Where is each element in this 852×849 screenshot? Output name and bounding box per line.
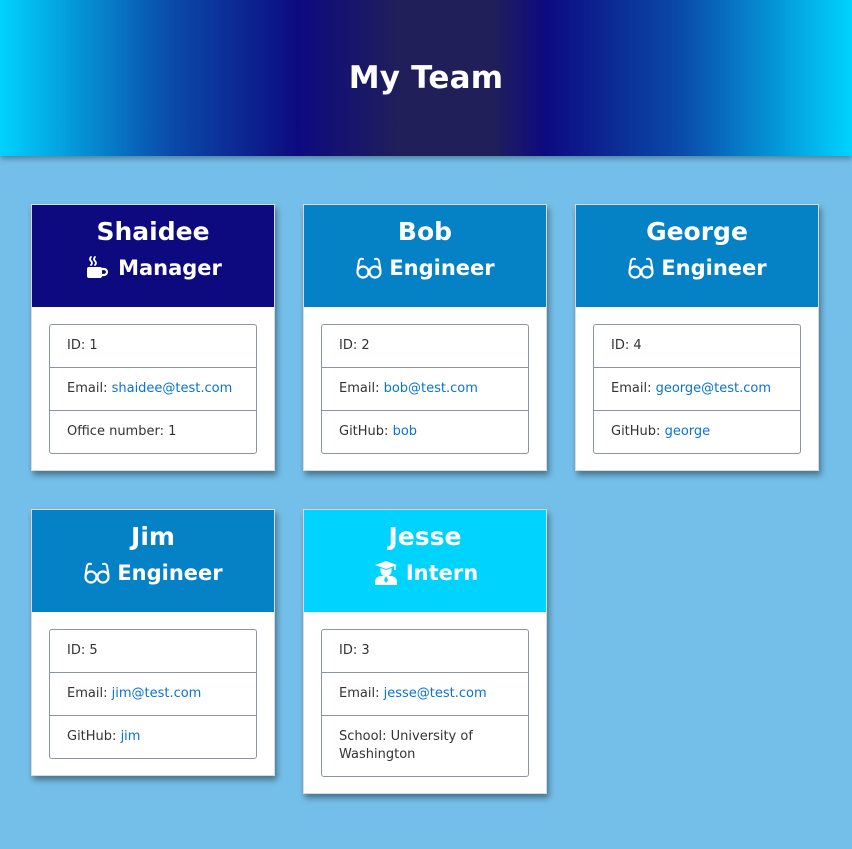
employee-role-label: Engineer (117, 561, 223, 585)
info-email: Email: shaidee@test.com (50, 367, 256, 410)
info-list: ID: 2 Email: bob@test.com GitHub: bob (321, 324, 529, 454)
email-link[interactable]: jim@test.com (112, 686, 202, 701)
info-office-number: Office number: 1 (50, 410, 256, 453)
email-link[interactable]: george@test.com (656, 381, 771, 396)
employee-role-label: Manager (118, 256, 222, 280)
email-label: Email: (611, 381, 656, 396)
employee-name: Bob (397, 217, 453, 246)
email-link[interactable]: bob@test.com (384, 381, 478, 396)
glasses-icon (355, 255, 383, 281)
card-header: Jim Engineer (32, 510, 274, 612)
info-github: GitHub: george (594, 410, 800, 453)
github-label: GitHub: (611, 424, 665, 439)
employee-role-label: Engineer (389, 256, 495, 280)
employee-card-jim: Jim Engineer ID: 5 Email: jim@test.com G… (31, 509, 275, 776)
info-list: ID: 1 Email: shaidee@test.com Office num… (49, 324, 257, 454)
github-label: GitHub: (67, 729, 121, 744)
info-email: Email: jim@test.com (50, 672, 256, 715)
info-email: Email: george@test.com (594, 367, 800, 410)
employee-card-bob: Bob Engineer ID: 2 Email: bob@test.com G… (303, 204, 547, 471)
info-email: Email: bob@test.com (322, 367, 528, 410)
employee-name: Jesse (388, 522, 462, 551)
card-body: ID: 5 Email: jim@test.com GitHub: jim (32, 612, 274, 775)
card-body: ID: 3 Email: jesse@test.com School: Univ… (304, 612, 546, 793)
email-label: Email: (339, 686, 384, 701)
employee-card-george: George Engineer ID: 4 Email: george@test… (575, 204, 819, 471)
employee-name: Shaidee (96, 217, 210, 246)
email-link[interactable]: shaidee@test.com (112, 381, 233, 396)
glasses-icon (627, 255, 655, 281)
info-id: ID: 5 (67, 643, 98, 658)
email-link[interactable]: jesse@test.com (384, 686, 487, 701)
glasses-icon (83, 560, 111, 586)
card-body: ID: 4 Email: george@test.com GitHub: geo… (576, 307, 818, 470)
info-list: ID: 3 Email: jesse@test.com School: Univ… (321, 629, 529, 777)
card-body: ID: 2 Email: bob@test.com GitHub: bob (304, 307, 546, 470)
employee-role-label: Intern (405, 561, 479, 585)
info-github: GitHub: bob (322, 410, 528, 453)
employee-role: Engineer (32, 557, 274, 589)
info-id: ID: 3 (339, 643, 370, 658)
employee-role: Engineer (304, 252, 546, 284)
employee-role: Manager (32, 252, 274, 284)
page-title: My Team (348, 60, 504, 96)
card-header: Jesse Intern (304, 510, 546, 612)
info-list: ID: 4 Email: george@test.com GitHub: geo… (593, 324, 801, 454)
email-label: Email: (67, 686, 112, 701)
email-label: Email: (67, 381, 112, 396)
employee-role: Engineer (576, 252, 818, 284)
employee-card-jesse: Jesse Intern ID: 3 Email: jesse@test.com… (303, 509, 547, 794)
employee-name: Jim (131, 522, 175, 551)
github-link[interactable]: george (665, 424, 711, 439)
card-body: ID: 1 Email: shaidee@test.com Office num… (32, 307, 274, 470)
employee-card-shaidee: Shaidee Manager ID: 1 Email: shaidee@tes… (31, 204, 275, 471)
employee-name: George (646, 217, 748, 246)
info-id: ID: 2 (339, 338, 370, 353)
info-id: ID: 4 (611, 338, 642, 353)
card-header: Bob Engineer (304, 205, 546, 307)
employee-role-label: Engineer (661, 256, 767, 280)
info-id: ID: 1 (67, 338, 98, 353)
info-github: GitHub: jim (50, 715, 256, 758)
github-label: GitHub: (339, 424, 393, 439)
coffee-icon (84, 255, 112, 281)
graduate-icon (372, 560, 400, 586)
page-header: My Team (0, 0, 852, 156)
card-header: George Engineer (576, 205, 818, 307)
email-label: Email: (339, 381, 384, 396)
info-list: ID: 5 Email: jim@test.com GitHub: jim (49, 629, 257, 759)
employee-role: Intern (304, 557, 546, 589)
info-email: Email: jesse@test.com (322, 672, 528, 715)
card-header: Shaidee Manager (32, 205, 274, 307)
github-link[interactable]: jim (121, 729, 141, 744)
info-school: School: University of Washington (322, 715, 528, 776)
github-link[interactable]: bob (393, 424, 417, 439)
